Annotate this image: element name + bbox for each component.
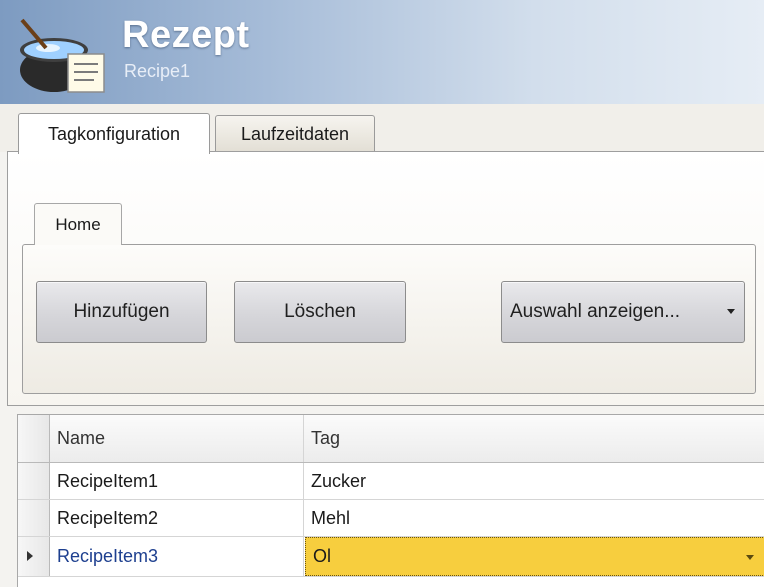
row-header[interactable]: [18, 463, 50, 499]
cell-tag[interactable]: Zucker: [304, 463, 764, 499]
delete-button-label: Löschen: [284, 301, 356, 322]
cell-tag[interactable]: Mehl: [304, 500, 764, 536]
cell-name[interactable]: RecipeItem3: [50, 537, 304, 576]
delete-button[interactable]: Löschen: [234, 281, 406, 343]
current-row-icon: [27, 551, 33, 561]
column-header-name[interactable]: Name: [50, 415, 304, 462]
recipe-items-grid: Name Tag RecipeItem1 Zucker RecipeItem2 …: [17, 414, 764, 587]
recipe-pot-icon: [20, 18, 105, 93]
recipe-name: Recipe1: [124, 61, 191, 81]
table-row-selected[interactable]: RecipeItem3 Ol: [18, 537, 764, 577]
app-title: Rezept: [122, 14, 250, 56]
tab-home[interactable]: Home: [34, 203, 122, 245]
cell-tag-value: Ol: [313, 546, 331, 566]
row-header-corner: [18, 415, 50, 462]
row-header[interactable]: [18, 537, 50, 576]
main-tab-strip: Tagkonfiguration Laufzeitdaten: [0, 104, 764, 154]
tab-tagkonfiguration[interactable]: Tagkonfiguration: [18, 113, 210, 154]
column-header-tag[interactable]: Tag: [304, 415, 764, 462]
chevron-down-icon: [727, 309, 735, 314]
cell-name[interactable]: RecipeItem2: [50, 500, 304, 536]
add-button[interactable]: Hinzufügen: [36, 281, 207, 343]
show-selection-dropdown[interactable]: Auswahl anzeigen...: [501, 281, 745, 343]
add-button-label: Hinzufügen: [73, 301, 170, 322]
grid-header-row: Name Tag: [18, 415, 764, 463]
show-selection-label: Auswahl anzeigen...: [510, 301, 681, 322]
cell-name[interactable]: RecipeItem1: [50, 463, 304, 499]
table-row[interactable]: RecipeItem1 Zucker: [18, 463, 764, 500]
tab-laufzeitdaten[interactable]: Laufzeitdaten: [215, 115, 375, 153]
app-header: Rezept Recipe1: [0, 0, 764, 105]
row-header[interactable]: [18, 500, 50, 536]
table-row[interactable]: RecipeItem2 Mehl: [18, 500, 764, 537]
chevron-down-icon[interactable]: [746, 555, 754, 560]
cell-tag-dropdown[interactable]: Ol: [305, 537, 764, 576]
